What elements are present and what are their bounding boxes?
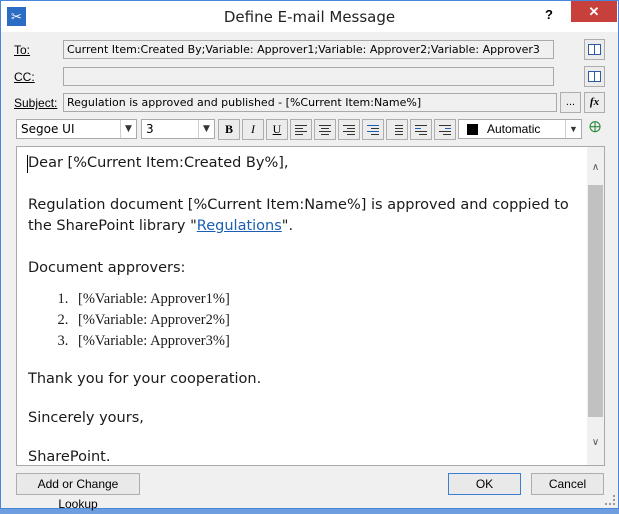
approvers-list: [%Variable: Approver1%] [%Variable: Appr… — [28, 289, 588, 352]
align-left-icon — [295, 125, 307, 137]
chevron-down-icon: ▼ — [198, 120, 214, 138]
closing-line: Sincerely yours, — [28, 410, 144, 426]
chevron-down-icon: ▼ — [120, 120, 136, 138]
subject-field[interactable]: Regulation is approved and published - [… — [63, 93, 557, 112]
ok-button[interactable]: OK — [448, 473, 521, 495]
to-address-book-button[interactable] — [584, 39, 605, 60]
regulations-link[interactable]: Regulations — [197, 218, 282, 234]
body-paragraph: Regulation document [%Current Item:Name%… — [28, 195, 588, 237]
increase-indent-button[interactable] — [434, 119, 456, 140]
align-center-icon — [319, 125, 331, 137]
dialog-title: Define E-mail Message — [223, 8, 396, 26]
signature-line: SharePoint. — [28, 449, 111, 465]
body-text-end: ". — [281, 218, 294, 234]
thanks-line: Thank you for your cooperation. — [28, 371, 262, 387]
text-color-select[interactable]: Automatic ▼ — [458, 119, 582, 139]
bulleted-list-icon — [391, 125, 403, 137]
cc-field[interactable] — [63, 67, 554, 86]
font-size-select[interactable]: 3 ▼ — [141, 119, 215, 139]
address-book-icon — [588, 44, 601, 55]
italic-button[interactable]: I — [242, 119, 264, 140]
greeting-line: Dear [%Current Item:Created By%], — [28, 155, 289, 171]
to-label: To: — [14, 43, 31, 57]
chevron-down-icon: ▼ — [565, 120, 581, 138]
font-size-value: 3 — [146, 122, 154, 136]
font-name-select[interactable]: Segoe UI ▼ — [16, 119, 137, 139]
chevron-up-icon[interactable]: ∧ — [587, 159, 604, 176]
vertical-scrollbar[interactable]: ∧ ∨ — [587, 147, 604, 465]
scrollbar-thumb[interactable] — [588, 185, 603, 417]
subject-lookup-button[interactable]: ... — [560, 92, 581, 113]
list-item: [%Variable: Approver2%] — [72, 310, 588, 331]
bold-button[interactable]: B — [218, 119, 240, 140]
approvers-heading: Document approvers: — [28, 260, 186, 276]
align-right-button[interactable] — [338, 119, 360, 140]
help-button[interactable]: ? — [539, 5, 559, 25]
resize-grip-icon[interactable] — [605, 495, 615, 505]
align-center-button[interactable] — [314, 119, 336, 140]
bulleted-list-button[interactable] — [386, 119, 408, 140]
title-bar: ✂ Define E-mail Message ? ✕ — [1, 1, 618, 32]
list-item: [%Variable: Approver1%] — [72, 289, 588, 310]
cc-address-book-button[interactable] — [584, 66, 605, 87]
check-names-icon[interactable]: 🜨 — [584, 119, 606, 140]
to-field[interactable]: Current Item:Created By;Variable: Approv… — [63, 40, 554, 59]
align-left-button[interactable] — [290, 119, 312, 140]
message-body: Dear [%Current Item:Created By%], Regula… — [28, 153, 588, 465]
chevron-down-icon[interactable]: ∨ — [587, 434, 604, 451]
list-item: [%Variable: Approver3%] — [72, 331, 588, 352]
color-swatch — [467, 124, 478, 135]
close-button[interactable]: ✕ — [571, 1, 617, 22]
numbered-list-icon — [367, 125, 379, 137]
numbered-list-button[interactable] — [362, 119, 384, 140]
color-name: Automatic — [487, 122, 541, 136]
message-body-editor[interactable]: Dear [%Current Item:Created By%], Regula… — [16, 146, 605, 466]
email-dialog: ✂ Define E-mail Message ? ✕ To: Current … — [0, 0, 619, 511]
address-book-icon — [588, 71, 601, 82]
indent-icon — [439, 125, 451, 137]
outdent-icon — [415, 125, 427, 137]
fx-button[interactable]: fx — [584, 92, 605, 113]
cc-label: CC: — [14, 70, 35, 84]
cancel-button[interactable]: Cancel — [531, 473, 604, 495]
font-name-value: Segoe UI — [21, 122, 75, 136]
align-right-icon — [343, 125, 355, 137]
subject-label: Subject: — [14, 96, 58, 110]
decrease-indent-button[interactable] — [410, 119, 432, 140]
body-text: Regulation document [%Current Item:Name%… — [28, 197, 569, 234]
underline-button[interactable]: U — [266, 119, 288, 140]
add-change-lookup-button[interactable]: Add or Change Lookup — [16, 473, 140, 511]
